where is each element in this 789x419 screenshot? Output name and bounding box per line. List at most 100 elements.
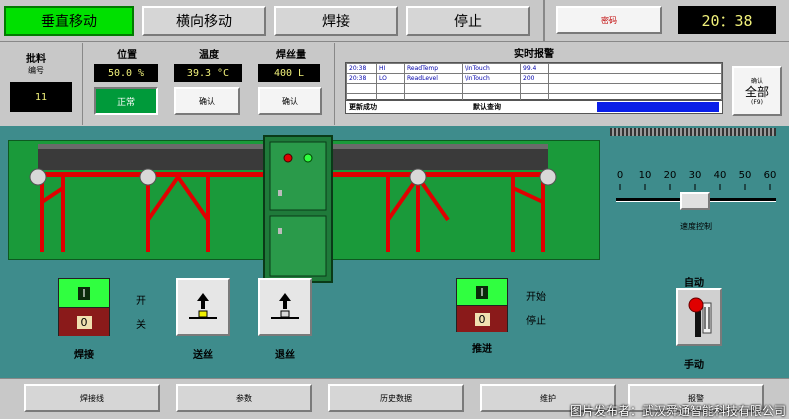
batch-label: 批料 编号 <box>8 48 64 78</box>
tab-horizontal-move[interactable]: 横向移动 <box>142 6 266 36</box>
nav-button-history-label: 历史数据 <box>380 393 412 403</box>
weld-switch-off: 0 <box>59 308 109 336</box>
tab-vertical-move[interactable]: 垂直移动 <box>4 6 134 36</box>
temperature-value-text: 39.3 °C <box>186 67 230 79</box>
push-switch[interactable]: I 0 <box>456 278 508 332</box>
tab-stop-label: 停止 <box>454 14 482 30</box>
alarm-row[interactable]: 20:38 LO ReadLevel \InTouch 200 <box>346 73 722 84</box>
weld-switch-on: I <box>59 279 109 308</box>
alarm-cell: ReadLevel <box>404 73 463 84</box>
alarm-cell: 200 <box>520 73 549 84</box>
position-value: 50.0 % <box>94 64 158 82</box>
switch-off-label: 关 <box>136 320 146 331</box>
manual-label: 手动 <box>684 360 704 371</box>
nav-button-params[interactable]: 参数 <box>176 384 312 412</box>
auto-manual-selector[interactable] <box>676 288 722 346</box>
position-status: 正常 <box>94 87 158 115</box>
batch-value-text: 11 <box>34 91 48 103</box>
tab-stop[interactable]: 停止 <box>406 6 530 36</box>
confirm-all-button[interactable]: 确认 全部 (F9) <box>732 66 782 116</box>
nav-button-params-label: 参数 <box>236 393 252 403</box>
batch-label-line2: 编号 <box>28 66 44 75</box>
arrow-up-icon <box>271 293 299 319</box>
arrow-up-icon <box>189 293 217 319</box>
speed-label: 速度控制 <box>656 220 736 232</box>
nav-button-weld-line[interactable]: 焊接线 <box>24 384 160 412</box>
alarm-cell: 20:38 <box>346 73 377 84</box>
temperature-label: 温度 <box>176 46 242 61</box>
watermark: 图片发布者：武汉舜通智能科技有限公司 <box>508 400 786 418</box>
col-divider-2 <box>334 43 335 125</box>
start-label: 开始 <box>526 292 546 303</box>
confirm-all-small: 确认 <box>750 78 763 85</box>
alarm-title-text: 实时报警 <box>514 48 554 60</box>
push-switch-off-text: 0 <box>474 312 490 326</box>
position-status-text: 正常 <box>116 97 135 108</box>
alarm-cell: \InTouch <box>462 63 521 74</box>
alarm-status-query: 默认查询 <box>473 103 501 111</box>
speed-tick: 10 <box>638 170 652 181</box>
weld-switch[interactable]: I 0 <box>58 278 110 336</box>
push-switch-on-text: I <box>476 285 488 299</box>
wire-confirm-button[interactable]: 确认 <box>258 87 322 115</box>
temperature-confirm-button[interactable]: 确认 <box>174 87 240 115</box>
wire-value: 400 L <box>258 64 320 82</box>
feed-wire-label-text: 送丝 <box>193 349 213 361</box>
temperature-value: 39.3 °C <box>174 64 242 82</box>
weld-switch-off-text: 0 <box>76 315 92 329</box>
alarm-cell <box>548 73 722 84</box>
batch-label-line1: 批料 <box>26 54 46 65</box>
alarm-cell <box>462 83 521 94</box>
wire-label-text: 焊丝量 <box>276 49 306 61</box>
speed-tick: 20 <box>663 170 677 181</box>
speed-tick: 40 <box>713 170 727 181</box>
tab-weld-label: 焊接 <box>322 14 350 30</box>
alarm-cell <box>548 63 722 74</box>
push-switch-label: 推进 <box>456 340 508 355</box>
wire-confirm-label: 确认 <box>282 96 298 106</box>
speed-slider-thumb[interactable] <box>680 192 710 210</box>
wire-value-text: 400 L <box>273 67 305 79</box>
tab-vertical-move-label: 垂直移动 <box>41 14 97 30</box>
speed-tick: 30 <box>688 170 702 181</box>
confirm-all-key: (F9) <box>751 99 763 106</box>
alarm-table[interactable]: 20:38 HI ReadTemp \InTouch 99.4 20:38 LO… <box>345 62 723 104</box>
alarm-cell <box>548 83 722 94</box>
retract-wire-label: 退丝 <box>258 346 312 361</box>
speed-slider-rail-top <box>610 128 776 136</box>
retract-wire-button[interactable] <box>258 278 312 336</box>
position-value-text: 50.0 % <box>107 67 145 79</box>
weld-switch-label-text: 焊接 <box>74 349 94 361</box>
alarm-cell: LO <box>376 73 405 84</box>
password-label: 密码 <box>601 15 617 25</box>
nav-button-weld-line-label: 焊接线 <box>80 393 104 403</box>
alarm-cell <box>376 83 405 94</box>
alarm-row[interactable] <box>346 83 722 94</box>
temperature-confirm-label: 确认 <box>199 96 215 106</box>
alarm-cell: HI <box>376 63 405 74</box>
weld-switch-label: 焊接 <box>58 346 110 361</box>
feed-wire-button[interactable] <box>176 278 230 336</box>
speed-tick: 60 <box>763 170 777 181</box>
alarm-progress-bar <box>597 102 719 112</box>
password-button[interactable]: 密码 <box>556 6 662 34</box>
temperature-label-text: 温度 <box>199 49 219 61</box>
cabinet-red-light <box>283 153 293 163</box>
nav-button-history[interactable]: 历史数据 <box>328 384 464 412</box>
cabinet-green-light <box>303 153 313 163</box>
clock-text: 20：38 <box>701 11 753 30</box>
top-divider <box>543 0 545 42</box>
alarm-cell <box>520 83 549 94</box>
push-switch-on: I <box>457 279 507 306</box>
clock-display: 20：38 <box>678 6 776 34</box>
tab-weld[interactable]: 焊接 <box>274 6 398 36</box>
col-divider-1 <box>82 43 83 125</box>
speed-tick: 0 <box>616 170 624 181</box>
alarm-cell: \InTouch <box>462 73 521 84</box>
welding-cabinet[interactable] <box>262 134 334 284</box>
speed-scale: 0 10 20 30 40 50 60 <box>616 170 777 184</box>
alarm-title: 实时报警 <box>346 45 722 60</box>
alarm-row[interactable]: 20:38 HI ReadTemp \InTouch 99.4 <box>346 63 722 74</box>
speed-label-text: 速度控制 <box>680 221 712 231</box>
speed-tick: 50 <box>738 170 752 181</box>
